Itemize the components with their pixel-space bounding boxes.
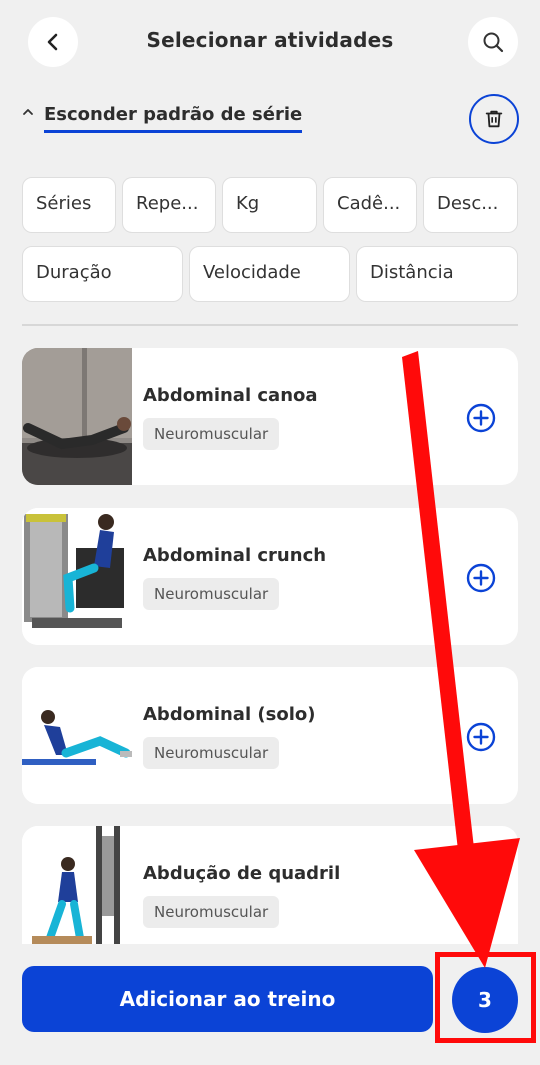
field-chip-duration[interactable]: Duração [22, 246, 183, 302]
exercise-thumbnail [22, 826, 132, 944]
add-circle-icon[interactable] [466, 563, 496, 593]
field-chip-rest[interactable]: Desc... [423, 177, 518, 233]
field-chip-repetitions[interactable]: Repe... [122, 177, 216, 233]
activity-card[interactable]: Abdominal canoa Neuromuscular [22, 348, 518, 485]
activity-list[interactable]: Abdominal canoa Neuromuscular Abdominal … [0, 348, 540, 944]
activity-name: Abdominal crunch [143, 545, 327, 566]
hide-series-label: Esconder padrão de série [44, 104, 303, 133]
add-to-workout-button[interactable]: Adicionar ao treino [22, 966, 433, 1032]
divider [22, 324, 518, 326]
trash-icon [485, 110, 503, 128]
chevron-up-icon [23, 109, 33, 115]
category-badge: Neuromuscular [143, 418, 280, 450]
field-chip-speed[interactable]: Velocidade [189, 246, 350, 302]
exercise-thumbnail [22, 508, 132, 645]
add-circle-icon[interactable] [466, 722, 496, 752]
activity-name: Abdominal (solo) [143, 704, 316, 725]
hide-series-toggle[interactable]: Esconder padrão de série [22, 100, 312, 136]
exercise-thumbnail [22, 667, 132, 804]
annotation-highlight-box [435, 952, 536, 1043]
category-badge: Neuromuscular [143, 578, 280, 610]
header: Selecionar atividades [0, 0, 540, 84]
activity-card[interactable]: Abdominal crunch Neuromuscular [22, 508, 518, 645]
field-chip-series[interactable]: Séries [22, 177, 116, 233]
activity-name: Abdução de quadril [143, 863, 341, 884]
activity-card[interactable]: Abdução de quadril Neuromuscular [22, 826, 518, 944]
page-title: Selecionar atividades [146, 28, 394, 52]
field-chip-kg[interactable]: Kg [222, 177, 317, 233]
activity-name: Abdominal canoa [143, 385, 318, 406]
search-icon [483, 32, 504, 53]
category-badge: Neuromuscular [143, 737, 280, 769]
delete-series-button[interactable] [469, 94, 519, 144]
add-circle-icon[interactable] [466, 403, 496, 433]
search-button[interactable] [468, 17, 518, 67]
field-chip-distance[interactable]: Distância [356, 246, 518, 302]
exercise-thumbnail [22, 348, 132, 485]
field-chip-cadence[interactable]: Cadê... [323, 177, 417, 233]
category-badge: Neuromuscular [143, 896, 280, 928]
activity-card[interactable]: Abdominal (solo) Neuromuscular [22, 667, 518, 804]
